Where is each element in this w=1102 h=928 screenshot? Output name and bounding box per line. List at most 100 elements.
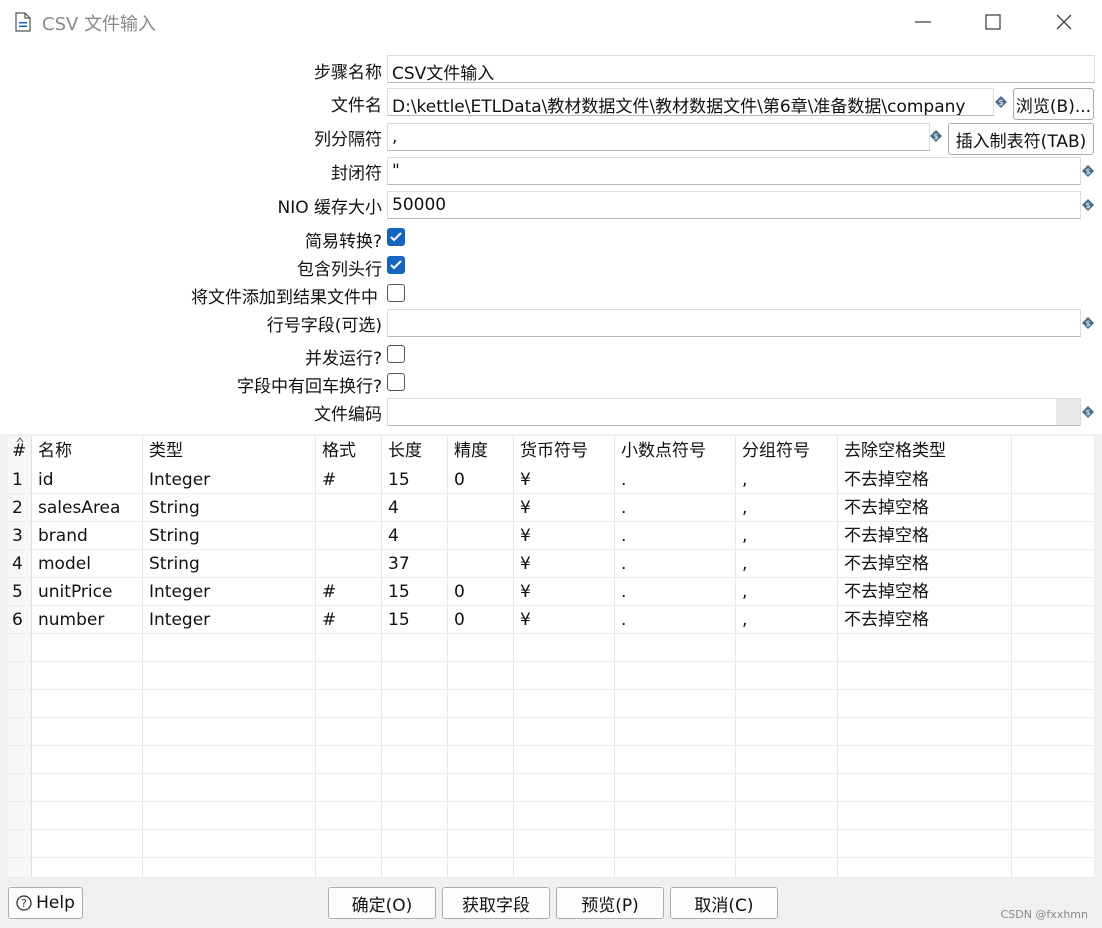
table-cell[interactable]: number bbox=[32, 606, 143, 633]
table-cell[interactable]: . bbox=[615, 466, 736, 493]
empty-table-row[interactable] bbox=[8, 662, 1094, 690]
table-cell[interactable]: 4 bbox=[382, 494, 448, 521]
delimiter-input[interactable]: , bbox=[387, 123, 930, 151]
table-cell[interactable]: ¥ bbox=[514, 466, 615, 493]
table-cell[interactable]: ¥ bbox=[514, 578, 615, 605]
empty-table-row[interactable] bbox=[8, 802, 1094, 830]
empty-table-row[interactable] bbox=[8, 774, 1094, 802]
table-cell[interactable]: . bbox=[615, 494, 736, 521]
nio-buffer-input[interactable]: 50000 bbox=[387, 191, 1081, 219]
table-cell[interactable]: 0 bbox=[448, 606, 514, 633]
table-row[interactable]: 4 model String 37 ¥ . , 不去掉空格 bbox=[8, 550, 1094, 578]
table-cell[interactable]: 不去掉空格 bbox=[838, 550, 1012, 577]
empty-table-row[interactable] bbox=[8, 858, 1094, 878]
table-cell[interactable]: 0 bbox=[448, 466, 514, 493]
table-row[interactable]: 2 salesArea String 4 ¥ . , 不去掉空格 bbox=[8, 494, 1094, 522]
empty-table-row[interactable] bbox=[8, 690, 1094, 718]
table-cell[interactable] bbox=[316, 494, 382, 521]
column-header[interactable]: 去除空格类型 bbox=[838, 436, 1012, 466]
table-cell[interactable]: id bbox=[32, 466, 143, 493]
table-cell[interactable]: Integer bbox=[143, 606, 316, 633]
table-cell[interactable]: ¥ bbox=[514, 494, 615, 521]
table-cell[interactable]: ¥ bbox=[514, 550, 615, 577]
table-cell[interactable]: 不去掉空格 bbox=[838, 578, 1012, 605]
table-cell[interactable]: 不去掉空格 bbox=[838, 522, 1012, 549]
table-cell[interactable] bbox=[448, 550, 514, 577]
empty-table-row[interactable] bbox=[8, 634, 1094, 662]
insert-tab-button[interactable]: 插入制表符(TAB) bbox=[948, 123, 1094, 155]
lazy-conversion-checkbox[interactable] bbox=[387, 228, 405, 246]
table-cell[interactable] bbox=[316, 550, 382, 577]
ok-button[interactable]: 确定(O) bbox=[328, 887, 436, 919]
table-cell[interactable]: . bbox=[615, 550, 736, 577]
table-cell[interactable]: ¥ bbox=[514, 606, 615, 633]
close-button[interactable] bbox=[1041, 6, 1087, 38]
table-cell[interactable]: 0 bbox=[448, 578, 514, 605]
table-cell[interactable]: 37 bbox=[382, 550, 448, 577]
table-row[interactable]: 6 number Integer # 15 0 ¥ . , 不去掉空格 bbox=[8, 606, 1094, 634]
table-cell[interactable]: # bbox=[316, 606, 382, 633]
table-cell[interactable] bbox=[316, 522, 382, 549]
parallel-checkbox[interactable] bbox=[387, 345, 405, 363]
add-to-result-checkbox[interactable] bbox=[387, 284, 405, 302]
table-cell[interactable]: 不去掉空格 bbox=[838, 466, 1012, 493]
table-cell[interactable] bbox=[448, 494, 514, 521]
file-name-input[interactable]: D:\kettle\ETLData\教材数据文件\教材数据文件\第6章\准备数据… bbox=[387, 88, 994, 116]
empty-table-row[interactable] bbox=[8, 830, 1094, 858]
table-cell[interactable]: . bbox=[615, 578, 736, 605]
maximize-button[interactable] bbox=[970, 6, 1016, 38]
column-header[interactable]: 类型 bbox=[143, 436, 316, 466]
table-cell[interactable]: ¥ bbox=[514, 522, 615, 549]
table-cell[interactable]: , bbox=[736, 494, 838, 521]
table-cell[interactable]: . bbox=[615, 606, 736, 633]
table-cell[interactable]: 不去掉空格 bbox=[838, 606, 1012, 633]
enclosure-input[interactable]: " bbox=[387, 157, 1081, 185]
table-cell[interactable]: String bbox=[143, 522, 316, 549]
table-row[interactable]: 5 unitPrice Integer # 15 0 ¥ . , 不去掉空格 bbox=[8, 578, 1094, 606]
table-cell[interactable] bbox=[448, 522, 514, 549]
column-header[interactable]: 货币符号 bbox=[514, 436, 615, 466]
column-header[interactable]: 分组符号 bbox=[736, 436, 838, 466]
table-cell[interactable]: unitPrice bbox=[32, 578, 143, 605]
encoding-dropdown-button[interactable] bbox=[1056, 399, 1080, 425]
table-cell[interactable]: . bbox=[615, 522, 736, 549]
table-cell[interactable]: String bbox=[143, 494, 316, 521]
table-cell[interactable]: String bbox=[143, 550, 316, 577]
table-cell[interactable]: salesArea bbox=[32, 494, 143, 521]
empty-table-row[interactable] bbox=[8, 718, 1094, 746]
table-cell[interactable]: , bbox=[736, 466, 838, 493]
table-cell[interactable]: , bbox=[736, 578, 838, 605]
table-cell[interactable]: Integer bbox=[143, 466, 316, 493]
encoding-select[interactable] bbox=[387, 398, 1081, 426]
column-header[interactable]: # bbox=[8, 436, 32, 466]
table-cell[interactable]: 15 bbox=[382, 606, 448, 633]
minimize-button[interactable] bbox=[900, 6, 946, 38]
table-cell[interactable]: , bbox=[736, 550, 838, 577]
table-cell[interactable]: , bbox=[736, 606, 838, 633]
column-header[interactable]: 精度 bbox=[448, 436, 514, 466]
column-header[interactable]: 长度 bbox=[382, 436, 448, 466]
table-cell[interactable]: # bbox=[316, 578, 382, 605]
table-cell[interactable]: 不去掉空格 bbox=[838, 494, 1012, 521]
table-cell[interactable]: model bbox=[32, 550, 143, 577]
table-cell[interactable]: # bbox=[316, 466, 382, 493]
header-row-checkbox[interactable] bbox=[387, 256, 405, 274]
empty-table-row[interactable] bbox=[8, 746, 1094, 774]
step-name-input[interactable]: CSV文件输入 bbox=[387, 55, 1095, 83]
get-fields-button[interactable]: 获取字段 bbox=[442, 887, 550, 919]
table-cell[interactable]: 4 bbox=[382, 522, 448, 549]
table-cell[interactable]: 15 bbox=[382, 578, 448, 605]
table-cell[interactable]: , bbox=[736, 522, 838, 549]
browse-button[interactable]: 浏览(B)... bbox=[1013, 88, 1094, 120]
table-row[interactable]: 3 brand String 4 ¥ . , 不去掉空格 bbox=[8, 522, 1094, 550]
table-cell[interactable]: Integer bbox=[143, 578, 316, 605]
column-header[interactable]: 小数点符号 bbox=[615, 436, 736, 466]
column-header[interactable]: 名称 bbox=[32, 436, 143, 466]
help-button[interactable]: ? Help bbox=[8, 887, 83, 919]
table-cell[interactable]: brand bbox=[32, 522, 143, 549]
table-cell[interactable]: 15 bbox=[382, 466, 448, 493]
cancel-button[interactable]: 取消(C) bbox=[670, 887, 778, 919]
preview-button[interactable]: 预览(P) bbox=[556, 887, 664, 919]
row-num-field-input[interactable] bbox=[387, 309, 1081, 337]
column-header[interactable]: 格式 bbox=[316, 436, 382, 466]
